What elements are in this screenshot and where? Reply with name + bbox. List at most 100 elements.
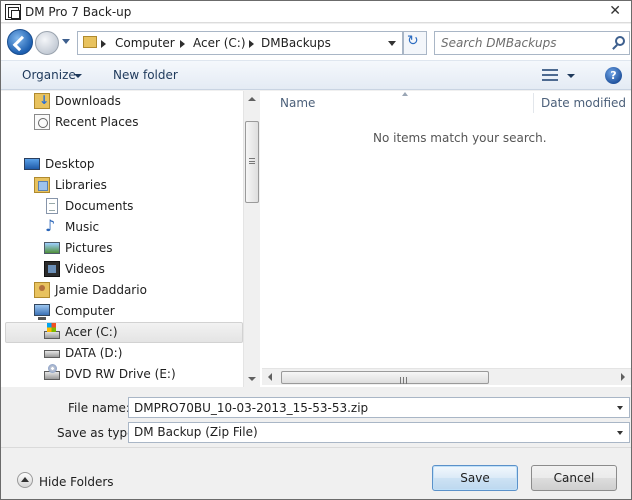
breadcrumb-separator-icon[interactable] — [180, 40, 185, 48]
save-type-value: DM Backup (Zip File) — [134, 425, 258, 439]
navigation-scrollbar[interactable] — [243, 91, 260, 387]
file-name-dropdown-icon[interactable] — [617, 406, 623, 410]
views-dropdown-icon[interactable] — [567, 74, 575, 78]
sidebar-item-dvd-rw-drive[interactable]: DVD RW Drive (E:) — [1, 364, 243, 385]
sidebar-item-label: Downloads — [55, 94, 121, 108]
scroll-left-icon[interactable] — [268, 373, 272, 381]
breadcrumb-computer[interactable]: Computer — [115, 36, 175, 50]
breadcrumb-separator-icon[interactable] — [249, 40, 254, 48]
music-icon — [44, 216, 60, 235]
drive-c-icon — [44, 323, 60, 339]
folder-icon — [83, 36, 97, 48]
close-icon[interactable]: ✕ — [609, 3, 621, 19]
breadcrumb-separator-icon[interactable] — [101, 40, 106, 48]
views-icon[interactable] — [542, 69, 558, 82]
save-dialog-window: DM Pro 7 Back-up ✕ Computer Acer (C:) DM… — [0, 0, 632, 500]
file-name-label: File name: — [68, 401, 130, 415]
hide-folders-button[interactable]: Hide Folders — [39, 475, 114, 489]
sidebar-item-label: Videos — [65, 262, 105, 276]
sidebar-item-label: Recent Places — [55, 115, 139, 129]
sidebar-item-acer-c[interactable]: Acer (C:) — [1, 322, 243, 343]
forward-button[interactable] — [35, 31, 59, 55]
breadcrumb-dmbackups[interactable]: DMBackups — [261, 36, 331, 50]
organize-dropdown-icon[interactable] — [74, 74, 82, 78]
search-input[interactable] — [435, 32, 607, 54]
dialog-footer: Hide Folders Save Cancel — [1, 447, 631, 499]
recent-pages-dropdown-icon[interactable] — [62, 39, 70, 44]
content-area: Downloads Recent Places Desktop Librarie… — [1, 91, 631, 387]
sidebar-item-label: Pictures — [65, 241, 113, 255]
search-box[interactable] — [434, 31, 630, 55]
recent-places-icon — [34, 114, 50, 130]
sidebar-item-computer[interactable]: Computer — [1, 301, 243, 322]
sidebar-item-label: Libraries — [55, 178, 107, 192]
libraries-icon — [34, 177, 50, 193]
address-bar[interactable]: Computer Acer (C:) DMBackups — [77, 31, 403, 55]
command-toolbar: Organize New folder ? — [1, 60, 631, 90]
sidebar-item-recent-places[interactable]: Recent Places — [1, 112, 243, 133]
refresh-icon: ↻ — [407, 33, 419, 49]
breadcrumb-acer-c[interactable]: Acer (C:) — [193, 36, 246, 50]
pictures-icon — [44, 242, 60, 254]
back-button[interactable] — [7, 29, 33, 55]
organize-button[interactable]: Organize — [22, 68, 76, 82]
search-icon[interactable] — [615, 36, 625, 46]
sidebar-item-libraries[interactable]: Libraries — [1, 175, 243, 196]
grip-icon — [249, 158, 255, 164]
navigation-pane: Downloads Recent Places Desktop Librarie… — [1, 91, 261, 387]
sidebar-item-data-d[interactable]: DATA (D:) — [1, 343, 243, 364]
cancel-button[interactable]: Cancel — [531, 465, 617, 491]
refresh-button[interactable]: ↻ — [403, 31, 427, 55]
sidebar-item-label: Desktop — [45, 157, 95, 171]
empty-message: No items match your search. — [373, 131, 547, 145]
sidebar-item-jamie-daddario[interactable]: Jamie Daddario — [1, 280, 243, 301]
save-type-select[interactable]: DM Backup (Zip File) — [128, 422, 630, 443]
grip-icon — [400, 377, 407, 384]
sidebar-item-label: Documents — [65, 199, 134, 213]
sidebar-item-label: Computer — [55, 304, 115, 318]
save-form: File name: Save as type: DM Backup (Zip … — [1, 388, 631, 446]
sidebar-item-downloads[interactable]: Downloads — [1, 91, 243, 112]
sidebar-item-label: Acer (C:) — [65, 325, 118, 339]
save-button[interactable]: Save — [432, 465, 518, 491]
title-bar: DM Pro 7 Back-up ✕ — [1, 1, 631, 23]
sidebar-item-documents[interactable]: Documents — [1, 196, 243, 217]
sidebar-item-desktop[interactable]: Desktop — [1, 154, 243, 175]
file-name-input[interactable] — [129, 398, 609, 417]
sidebar-item-label: DVD RW Drive (E:) — [65, 367, 176, 381]
collapse-icon[interactable] — [17, 472, 33, 488]
address-row: Computer Acer (C:) DMBackups ↻ — [1, 24, 631, 60]
scrollbar-thumb[interactable] — [245, 121, 259, 203]
scroll-right-icon[interactable] — [621, 373, 625, 381]
save-type-label: Save as type: — [57, 426, 139, 440]
sidebar-item-label: DATA (D:) — [65, 346, 123, 360]
documents-icon — [46, 198, 58, 214]
column-divider[interactable] — [533, 93, 534, 113]
new-folder-button[interactable]: New folder — [113, 68, 178, 82]
desktop-icon — [24, 158, 40, 170]
selection-highlight — [5, 322, 243, 343]
computer-icon — [34, 304, 50, 320]
sidebar-item-music[interactable]: Music — [1, 216, 243, 238]
file-list-pane[interactable]: Name Date modified No items match your s… — [262, 91, 631, 387]
sidebar-item-pictures[interactable]: Pictures — [1, 238, 243, 259]
file-name-field[interactable] — [128, 397, 630, 418]
file-list-horizontal-scrollbar[interactable] — [262, 368, 631, 385]
drive-icon — [44, 350, 60, 358]
window-title: DM Pro 7 Back-up — [25, 5, 132, 19]
scroll-down-icon[interactable] — [248, 377, 256, 381]
column-header-date-modified[interactable]: Date modified — [541, 96, 626, 110]
save-type-dropdown-icon[interactable] — [617, 431, 623, 435]
app-icon — [5, 4, 21, 20]
sidebar-item-videos[interactable]: Videos — [1, 259, 243, 280]
address-dropdown-icon[interactable] — [388, 41, 396, 46]
sidebar-item-label: Music — [65, 220, 100, 234]
downloads-icon — [34, 93, 50, 109]
scroll-up-icon[interactable] — [248, 97, 256, 101]
dvd-drive-icon — [44, 364, 60, 380]
sort-ascending-icon — [402, 92, 408, 96]
column-header-name[interactable]: Name — [280, 96, 315, 110]
help-icon[interactable]: ? — [605, 67, 622, 84]
sidebar-item-label: Jamie Daddario — [55, 283, 147, 297]
scrollbar-thumb[interactable] — [281, 371, 489, 384]
